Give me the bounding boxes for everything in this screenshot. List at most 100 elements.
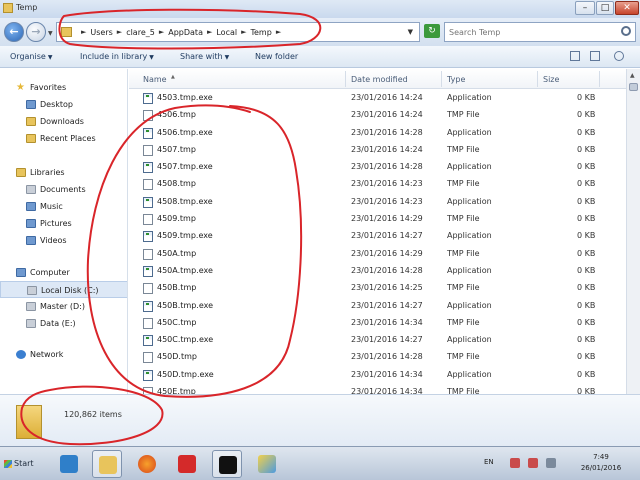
share-with-button[interactable]: Share with ▼ [180, 52, 229, 61]
column-divider[interactable] [599, 71, 600, 87]
nav-local-disk-c[interactable]: Local Disk (C:) [0, 281, 127, 298]
forward-button[interactable]: → [26, 22, 46, 42]
table-row[interactable]: 4506.tmp 23/01/2016 14:24 TMP File 0 KB [129, 106, 626, 123]
column-divider[interactable] [441, 71, 442, 87]
table-row[interactable]: 4508.tmp 23/01/2016 14:23 TMP File 0 KB [129, 175, 626, 192]
app-icon [143, 369, 153, 381]
avira-app-icon[interactable] [172, 450, 202, 478]
column-header-date-modified[interactable]: Date modified [351, 75, 408, 84]
file-type: Application [447, 93, 492, 102]
favorites-group: ★ Favorites Desktop Downloads Recent Plac… [0, 79, 127, 147]
nav-network[interactable]: Network [0, 346, 127, 363]
breadcrumb-separator[interactable]: ► [241, 28, 246, 37]
nav-documents[interactable]: Documents [0, 181, 127, 198]
nav-master-d[interactable]: Master (D:) [0, 298, 127, 315]
scrollbar-thumb[interactable] [629, 83, 638, 91]
scroll-up-icon[interactable]: ▲ [630, 72, 635, 79]
network-tray-icon[interactable] [528, 458, 538, 468]
breadcrumb-separator[interactable]: ► [159, 28, 164, 37]
breadcrumb-users[interactable]: Users [90, 28, 112, 37]
change-view-icon[interactable] [570, 51, 580, 61]
refresh-button[interactable]: ↻ [424, 24, 440, 38]
table-row[interactable]: 450D.tmp.exe 23/01/2016 14:34 Application 0… [129, 366, 626, 383]
explorer-app-icon[interactable] [92, 450, 122, 478]
minimize-button[interactable]: – [575, 1, 595, 15]
breadcrumb-separator[interactable]: ► [276, 28, 281, 37]
table-row[interactable]: 450B.tmp 23/01/2016 14:25 TMP File 0 KB [129, 279, 626, 296]
nav-data-e[interactable]: Data (E:) [0, 315, 127, 332]
nav-desktop[interactable]: Desktop [0, 96, 127, 113]
recent-places-icon [26, 134, 36, 143]
breadcrumb-separator[interactable]: ► [117, 28, 122, 37]
firefox-app-icon[interactable] [132, 450, 162, 478]
table-row[interactable]: 450D.tmp 23/01/2016 14:28 TMP File 0 KB [129, 348, 626, 365]
cmd-app-icon[interactable] [212, 450, 242, 478]
table-row[interactable]: 4507.tmp.exe 23/01/2016 14:28 Application 0… [129, 158, 626, 175]
file-type: Application [447, 265, 492, 275]
file-date-modified: 23/01/2016 14:29 [351, 248, 423, 258]
nav-downloads[interactable]: Downloads [0, 113, 127, 130]
breadcrumb-user[interactable]: clare_5 [126, 28, 155, 37]
nav-favorites[interactable]: ★ Favorites [0, 79, 127, 96]
back-button[interactable]: ← [4, 22, 24, 42]
app-icon [143, 162, 153, 174]
table-row[interactable]: 450E.tmp 23/01/2016 14:34 TMP File 0 KB [129, 383, 626, 394]
file-size: 0 KB [577, 317, 596, 327]
volume-icon[interactable] [546, 458, 556, 468]
column-divider[interactable] [537, 71, 538, 87]
search-box[interactable] [444, 22, 636, 42]
nav-computer[interactable]: Computer [0, 264, 127, 281]
nav-videos[interactable]: Videos [0, 232, 127, 249]
nav-pictures[interactable]: Pictures [0, 215, 127, 232]
app-icon [143, 231, 153, 243]
chevron-down-icon: ▼ [224, 54, 230, 61]
breadcrumb-separator[interactable]: ► [207, 28, 212, 37]
search-input[interactable] [449, 26, 614, 39]
table-row[interactable]: 450A.tmp 23/01/2016 14:29 TMP File 0 KB [129, 245, 626, 262]
table-row[interactable]: 450C.tmp 23/01/2016 14:34 TMP File 0 KB [129, 314, 626, 331]
breadcrumb-local[interactable]: Local [216, 28, 237, 37]
search-icon[interactable] [621, 26, 631, 36]
vertical-scrollbar[interactable]: ▲ [626, 69, 640, 394]
nav-music[interactable]: Music [0, 198, 127, 215]
maximize-button[interactable]: □ [596, 1, 614, 15]
table-row[interactable]: 4503.tmp.exe 23/01/2016 14:24 Application 0… [129, 89, 626, 106]
paint-app-icon[interactable] [252, 450, 282, 478]
nav-recent-places[interactable]: Recent Places [0, 130, 127, 147]
close-button[interactable]: ✕ [615, 1, 639, 15]
folder-icon [16, 405, 42, 439]
breadcrumb-appdata[interactable]: AppData [168, 28, 203, 37]
column-header-type[interactable]: Type [447, 75, 465, 84]
organise-button[interactable]: Organise ▼ [10, 52, 52, 61]
action-center-icon[interactable] [510, 458, 520, 468]
clock[interactable]: 7:49 26/01/2016 [566, 452, 636, 474]
wifi-app-icon[interactable] [54, 450, 84, 478]
table-row[interactable]: 4506.tmp.exe 23/01/2016 14:28 Application 0… [129, 124, 626, 141]
table-row[interactable]: 4508.tmp.exe 23/01/2016 14:23 Application 0… [129, 193, 626, 210]
breadcrumb-temp[interactable]: Temp [250, 28, 271, 37]
table-row[interactable]: 450C.tmp.exe 23/01/2016 14:27 Application 0… [129, 331, 626, 348]
downloads-icon [26, 117, 36, 126]
table-row[interactable]: 450B.tmp.exe 23/01/2016 14:27 Application 0… [129, 297, 626, 314]
file-size: 0 KB [577, 162, 596, 172]
column-header-size[interactable]: Size [543, 75, 559, 84]
include-in-library-button[interactable]: Include in library ▼ [80, 52, 154, 61]
start-button[interactable]: Start [2, 454, 42, 474]
help-icon[interactable] [614, 51, 624, 61]
new-folder-button[interactable]: New folder [255, 52, 298, 61]
preview-pane-icon[interactable] [590, 51, 600, 61]
table-row[interactable]: 4509.tmp.exe 23/01/2016 14:27 Application 0… [129, 227, 626, 244]
file-date-modified: 23/01/2016 14:24 [351, 144, 423, 154]
address-dropdown-icon[interactable]: ▼ [408, 28, 413, 36]
table-row[interactable]: 450A.tmp.exe 23/01/2016 14:28 Application 0… [129, 262, 626, 279]
recent-pages-dropdown[interactable]: ▼ [48, 30, 53, 37]
table-row[interactable]: 4507.tmp 23/01/2016 14:24 TMP File 0 KB [129, 141, 626, 158]
table-row[interactable]: 4509.tmp 23/01/2016 14:29 TMP File 0 KB [129, 210, 626, 227]
address-bar[interactable]: ► Users ► clare_5 ► AppData ► Local ► Te… [56, 22, 420, 42]
sort-ascending-icon: ▲ [171, 74, 175, 80]
nav-libraries[interactable]: Libraries [0, 164, 127, 181]
breadcrumb-separator[interactable]: ► [81, 28, 86, 37]
language-indicator[interactable]: EN [484, 458, 494, 466]
column-header-name[interactable]: Name ▲ [143, 74, 175, 84]
column-divider[interactable] [345, 71, 346, 87]
